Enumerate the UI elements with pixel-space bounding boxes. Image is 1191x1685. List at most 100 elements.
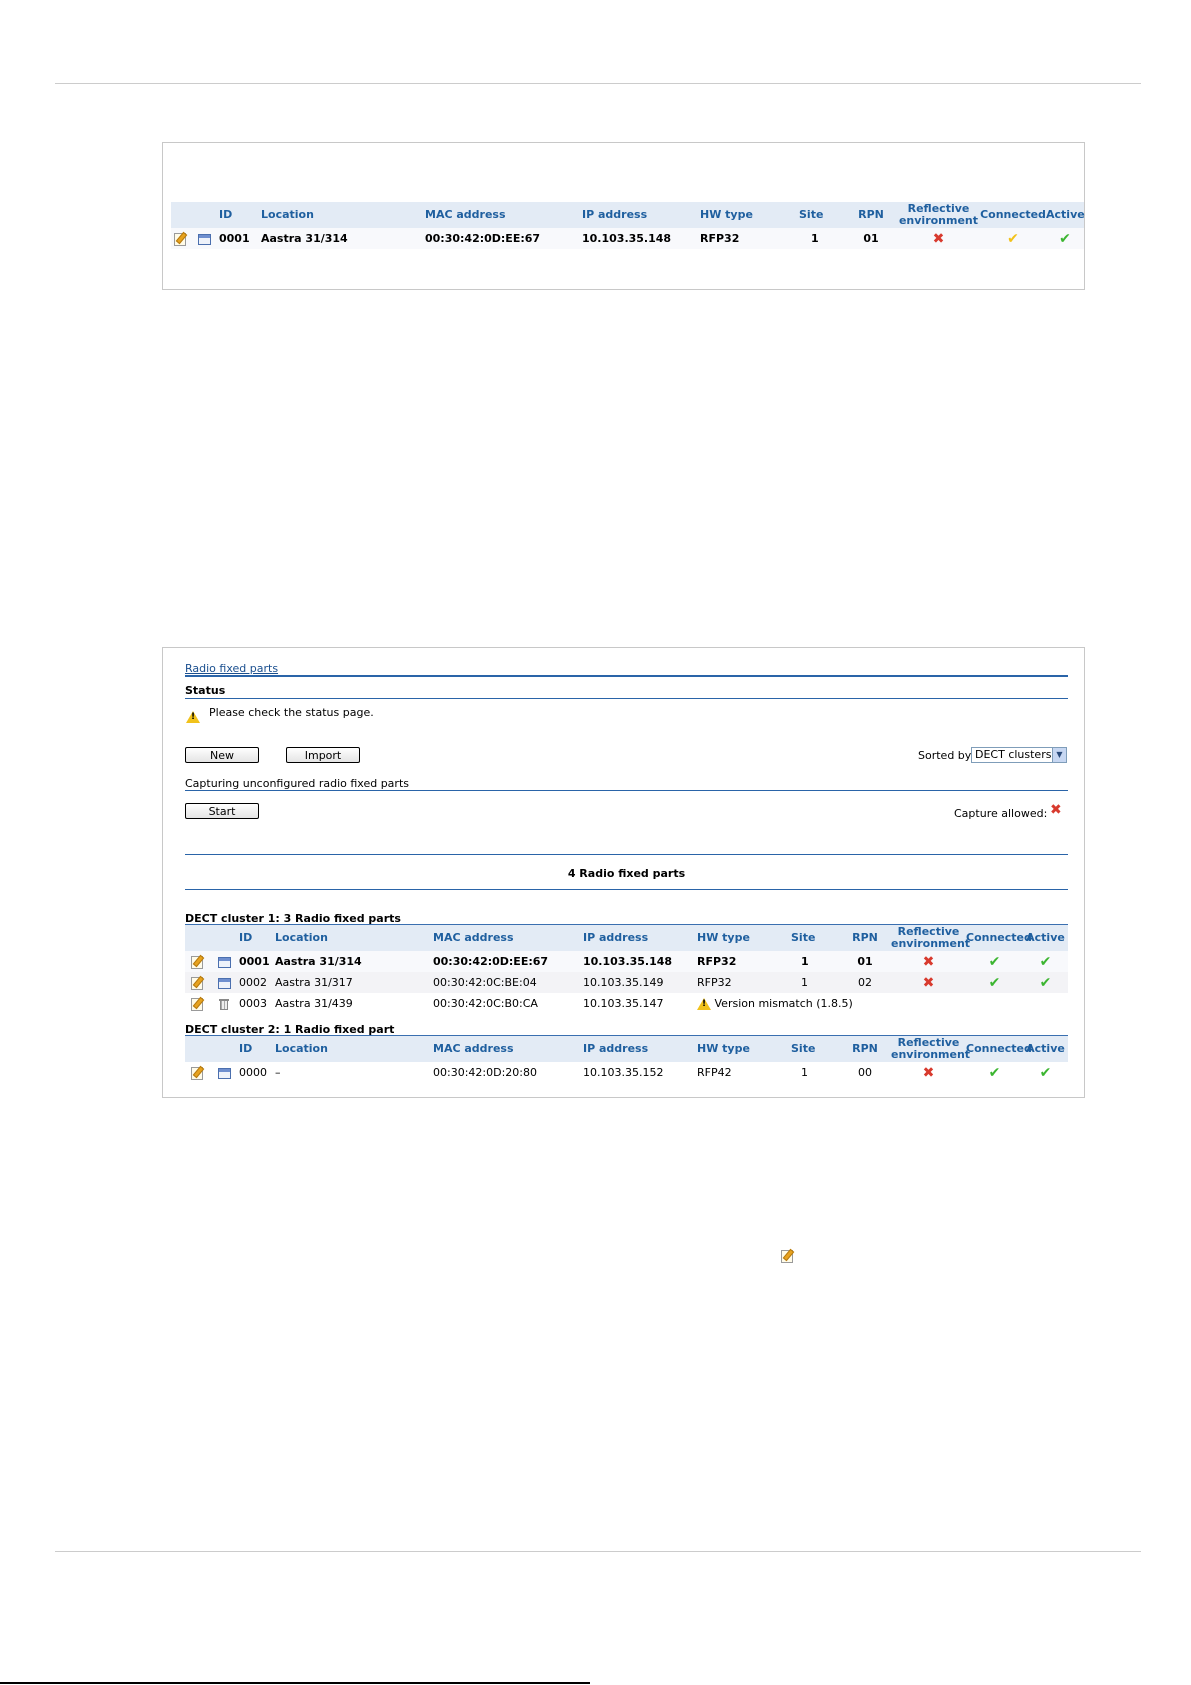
cell-mac: 00:30:42:0C:B0:CA — [433, 997, 538, 1010]
col-reflective: Reflective environment — [897, 202, 980, 228]
cell-mac: 00:30:42:0D:EE:67 — [425, 228, 582, 249]
cluster-2-table: ID Location MAC address IP address HW ty… — [185, 1035, 1068, 1083]
cell-rpn: 01 — [845, 228, 897, 249]
version-warning-text: Version mismatch (1.8.5) — [714, 997, 853, 1010]
chevron-down-icon[interactable]: ▼ — [1052, 748, 1066, 762]
cell-location: – — [275, 1066, 281, 1079]
warning-icon — [697, 998, 711, 1010]
check-green-icon: ✔ — [988, 953, 1001, 970]
cell-hw: RFP32 — [700, 228, 799, 249]
cell-id: 0002 — [239, 972, 275, 993]
col-location: Location — [275, 924, 433, 951]
col-rpn: RPN — [845, 202, 897, 228]
col-hw: HW type — [700, 202, 799, 228]
table-row: 0003 Aastra 31/439 00:30:42:0C:B0:CA 10.… — [185, 993, 1068, 1014]
col-site: Site — [791, 924, 839, 951]
cell-site: 1 — [801, 1066, 808, 1079]
col-mac: MAC address — [425, 202, 582, 228]
check-green-icon: ✔ — [1059, 230, 1071, 247]
cell-site: 1 — [799, 228, 845, 249]
edit-icon[interactable] — [191, 955, 203, 970]
version-warning: Version mismatch (1.8.5) — [697, 993, 1068, 1014]
cell-hw: RFP32 — [697, 972, 791, 993]
cell-id: 0000 — [239, 1066, 267, 1079]
col-reflective: Reflective environment — [891, 924, 971, 951]
x-icon: ✖ — [922, 953, 935, 970]
col-connected: Connected — [966, 1035, 1032, 1062]
edit-icon[interactable] — [191, 1066, 203, 1081]
col-ip: IP address — [583, 1035, 697, 1062]
col-connected: Connected — [966, 924, 1032, 951]
table-row: 0001 Aastra 31/314 00:30:42:0D:EE:67 10.… — [171, 228, 1084, 249]
new-button[interactable]: New — [185, 747, 259, 763]
warning-icon — [186, 706, 200, 725]
cell-hw: RFP32 — [697, 951, 791, 972]
capture-rule — [185, 790, 1068, 791]
cell-mac: 00:30:42:0D:EE:67 — [433, 951, 583, 972]
cell-location: Aastra 31/314 — [261, 228, 425, 249]
sort-select[interactable]: DECT clusters ▼ — [971, 747, 1067, 763]
col-id: ID — [219, 202, 261, 228]
edit-icon[interactable] — [191, 997, 203, 1012]
col-active: Active — [1023, 1035, 1068, 1062]
window-icon[interactable] — [217, 956, 231, 968]
check-green-icon: ✔ — [988, 974, 1001, 991]
cell-mac: 00:30:42:0D:20:80 — [433, 1066, 537, 1079]
edit-icon[interactable] — [174, 232, 186, 247]
radio-fixed-parts-panel: Radio fixed parts Status Please check th… — [162, 647, 1085, 1098]
col-active: Active — [1046, 202, 1085, 228]
summary-rule-top — [185, 854, 1068, 855]
cell-ip: 10.103.35.152 — [583, 1066, 664, 1079]
cell-site: 1 — [791, 972, 839, 993]
trash-icon[interactable] — [219, 998, 229, 1010]
col-connected: Connected — [980, 202, 1046, 228]
edit-icon[interactable] — [191, 976, 203, 991]
cell-site: 1 — [791, 951, 839, 972]
check-green-icon: ✔ — [1039, 974, 1052, 991]
x-icon: ✖ — [1050, 802, 1062, 818]
col-active: Active — [1023, 924, 1068, 951]
col-id: ID — [239, 1035, 275, 1062]
cell-hw: RFP42 — [697, 1066, 732, 1079]
cell-id: 0001 — [239, 951, 275, 972]
sort-select-value: DECT clusters — [975, 748, 1052, 761]
col-rpn: RPN — [839, 1035, 891, 1062]
col-site: Site — [799, 202, 845, 228]
col-location: Location — [261, 202, 425, 228]
window-icon[interactable] — [217, 1067, 231, 1079]
rfp-detail-panel: ID Location MAC address IP address HW ty… — [162, 142, 1085, 290]
cell-rpn: 01 — [839, 951, 891, 972]
col-hw: HW type — [697, 924, 791, 951]
table-row: 0001 Aastra 31/314 00:30:42:0D:EE:67 10.… — [185, 951, 1068, 972]
cell-id: 0003 — [239, 997, 267, 1010]
summary-rule-bottom — [185, 889, 1068, 890]
col-reflective: Reflective environment — [891, 1035, 971, 1062]
title-rule — [185, 675, 1068, 677]
check-green-icon: ✔ — [988, 1064, 1001, 1081]
cluster-1-table: ID Location MAC address IP address HW ty… — [185, 924, 1068, 1014]
check-green-icon: ✔ — [1039, 953, 1052, 970]
import-button[interactable]: Import — [286, 747, 360, 763]
capture-section-title: Capturing unconfigured radio fixed parts — [185, 777, 409, 790]
col-mac: MAC address — [433, 924, 583, 951]
x-icon: ✖ — [922, 1064, 935, 1081]
page-title[interactable]: Radio fixed parts — [185, 662, 278, 675]
x-icon: ✖ — [932, 230, 945, 247]
cell-location: Aastra 31/314 — [275, 951, 433, 972]
footer-bar — [0, 1682, 590, 1684]
cell-ip: 10.103.35.147 — [583, 997, 664, 1010]
cell-id: 0001 — [219, 228, 261, 249]
x-icon: ✖ — [922, 974, 935, 991]
rfp-table-single: ID Location MAC address IP address HW ty… — [171, 202, 1085, 249]
start-button[interactable]: Start — [185, 803, 259, 819]
window-icon[interactable] — [217, 977, 231, 989]
window-icon[interactable] — [197, 233, 211, 245]
capture-allowed-label: Capture allowed: — [954, 807, 1048, 820]
cell-ip: 10.103.35.148 — [582, 228, 700, 249]
summary-count: 4 Radio fixed parts — [567, 867, 686, 880]
col-hw: HW type — [697, 1035, 791, 1062]
cell-rpn: 02 — [839, 972, 891, 993]
col-id: ID — [239, 924, 275, 951]
table-row: 0002 Aastra 31/317 00:30:42:0C:BE:04 10.… — [185, 972, 1068, 993]
cell-location: Aastra 31/439 — [275, 997, 353, 1010]
